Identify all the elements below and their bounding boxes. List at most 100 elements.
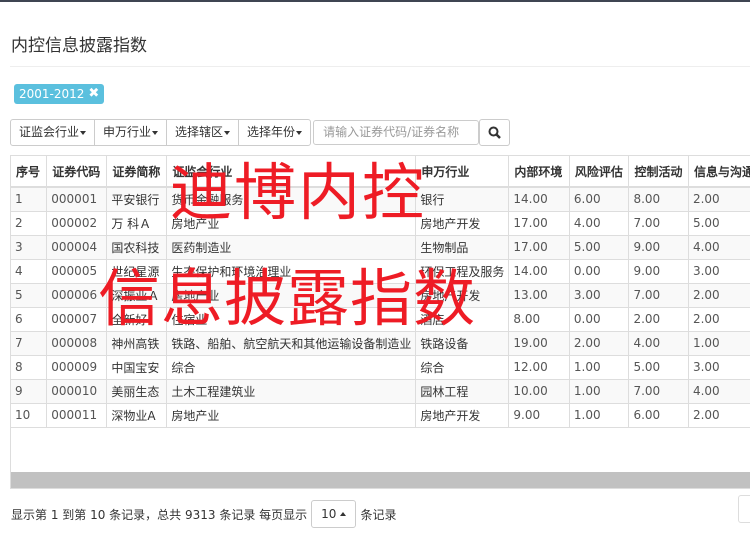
page-size-value: 10 [321, 507, 337, 521]
page-title: 内控信息披露指数 [11, 36, 147, 56]
table-cell: 6.00 [569, 187, 630, 212]
table-cell: 住宿业 [166, 307, 417, 332]
column-header[interactable]: 证券代码 [46, 156, 108, 188]
top-bar [0, 0, 750, 2]
table-row[interactable]: 2 000002 万 科Ａ 房地产业 房地产开发 17.00 4.00 7.00 5.00 [11, 211, 750, 236]
table-cell: 5.00 [569, 235, 630, 260]
table-cell: 9 [11, 379, 48, 404]
dropdown-sw-industry[interactable]: 申万行业 [94, 119, 168, 146]
table-cell: 房地产业 [166, 211, 417, 236]
table-cell: 铁路、船舶、航空航天和其他运输设备制造业 [166, 331, 417, 356]
table-row[interactable]: 6 000007 全新好 住宿业 酒店 8.00 0.00 2.00 2.00 [11, 307, 750, 332]
table-cell: 万 科Ａ [106, 211, 168, 236]
table-row[interactable]: 8 000009 中国宝安 综合 综合 12.00 1.00 5.00 3.00 [11, 355, 750, 380]
column-header[interactable]: 证券简称 [106, 156, 168, 188]
table-cell: 8.00 [508, 307, 570, 332]
table-cell: 10 [11, 403, 48, 428]
table-cell: 深振业Ａ [106, 283, 168, 308]
table-cell: 14.00 [508, 259, 570, 284]
dropdown-label: 证监会行业 [19, 125, 80, 139]
table-row[interactable]: 5 000006 深振业Ａ 房地产业 房地产开发 13.00 3.00 7.00 2.00 [11, 283, 750, 308]
table-cell: 3.00 [688, 355, 750, 380]
table-row[interactable]: 3 000004 国农科技 医药制造业 生物制品 17.00 5.00 9.00 4.00 [11, 235, 750, 260]
table-cell: 房地产开发 [415, 211, 510, 236]
table-cell: 1.00 [688, 331, 750, 356]
dropdown-csrc-industry[interactable]: 证监会行业 [10, 119, 96, 146]
table-cell: 000008 [46, 331, 108, 356]
table-cell: 综合 [166, 355, 417, 380]
column-header[interactable]: 序号 [11, 156, 48, 188]
table-cell: 0.00 [569, 307, 630, 332]
table-cell: 4.00 [628, 331, 689, 356]
table-cell: 5 [11, 283, 48, 308]
table-cell: 土木工程建筑业 [166, 379, 417, 404]
table-row[interactable]: 10 000011 深物业A 房地产业 房地产开发 9.00 1.00 6.00 2.00 [11, 403, 750, 428]
table-cell: 酒店 [415, 307, 510, 332]
search-button[interactable] [479, 119, 511, 146]
table-cell: 1.00 [569, 355, 630, 380]
table-cell: 4.00 [688, 379, 750, 404]
column-header[interactable]: 内部环境 [508, 156, 570, 188]
table-cell: 000002 [46, 211, 108, 236]
table-cell: 2 [11, 211, 48, 236]
table-cell: 000011 [46, 403, 108, 428]
dropdown-year[interactable]: 选择年份 [238, 119, 312, 146]
pagination-suffix: 条记录 [360, 507, 397, 522]
table-cell: 000007 [46, 307, 108, 332]
table-cell: 2.00 [569, 331, 630, 356]
filter-badge-year-range: 2001-2012 ✖ [14, 84, 105, 104]
table-cell: 4.00 [569, 211, 630, 236]
table-cell: 7.00 [628, 379, 689, 404]
table-cell: 房地产开发 [415, 403, 510, 428]
table-cell: 2.00 [688, 283, 750, 308]
table-row[interactable]: 7 000008 神州高铁 铁路、船舶、航空航天和其他运输设备制造业 铁路设备 19.00… [11, 331, 750, 356]
table-cell: 0.00 [569, 259, 630, 284]
table-cell: 17.00 [508, 235, 570, 260]
table-row[interactable]: 9 000010 美丽生态 土木工程建筑业 园林工程 10.00 1.00 7.00 4.00 [11, 379, 750, 404]
data-table-container: 序号 证券代码 证券简称 证监会行业 申万行业 内部环境 风险评估 控制活动 信息与沟通 1 00… [10, 155, 750, 489]
table-cell: 房地产业 [166, 403, 417, 428]
column-header[interactable]: 证监会行业 [166, 156, 417, 188]
horizontal-scrollbar[interactable] [11, 472, 750, 488]
column-header[interactable]: 申万行业 [415, 156, 510, 188]
column-header[interactable]: 风险评估 [569, 156, 630, 188]
table-cell: 8.00 [628, 187, 689, 212]
table-cell: 9.00 [628, 259, 689, 284]
table-cell: 全新好 [106, 307, 168, 332]
dropdown-label: 申万行业 [103, 125, 152, 139]
table-cell: 13.00 [508, 283, 570, 308]
table-cell: 6 [11, 307, 48, 332]
table-cell: 综合 [415, 355, 510, 380]
dropdown-label: 选择年份 [247, 125, 296, 139]
table-cell: 8 [11, 355, 48, 380]
caret-down-icon [224, 130, 231, 135]
column-header[interactable]: 控制活动 [628, 156, 689, 188]
close-icon[interactable]: ✖ [88, 84, 99, 104]
table-cell: 5.00 [688, 211, 750, 236]
table-cell: 7 [11, 331, 48, 356]
table-cell: 9.00 [628, 235, 689, 260]
dropdown-region[interactable]: 选择辖区 [166, 119, 240, 146]
pagination-prev-button[interactable] [738, 495, 750, 523]
page-size-select[interactable]: 10 [311, 500, 357, 528]
table-cell: 房地产开发 [415, 283, 510, 308]
filter-toolbar: 证监会行业 申万行业 选择辖区 选择年份 请输入证券代码/证券名称 [10, 119, 511, 146]
search-input[interactable]: 请输入证券代码/证券名称 [313, 120, 480, 145]
table-cell: 000005 [46, 259, 108, 284]
table-cell: 环保工程及服务 [415, 259, 510, 284]
table-row[interactable]: 4 000005 世纪星源 生态保护和环境治理业 环保工程及服务 14.00 0.00 9.0… [11, 259, 750, 284]
table-cell: 17.00 [508, 211, 570, 236]
table-cell: 000010 [46, 379, 108, 404]
divider [10, 66, 750, 67]
table-cell: 000001 [46, 187, 108, 212]
table-cell: 园林工程 [415, 379, 510, 404]
table-cell: 1.00 [569, 403, 630, 428]
data-table: 序号 证券代码 证券简称 证监会行业 申万行业 内部环境 风险评估 控制活动 信息与沟通 1 00… [11, 156, 750, 428]
pagination-footer: 显示第 1 到第 10 条记录，总共 9313 条记录 每页显示 10 条记录 [11, 500, 396, 528]
table-row[interactable]: 1 000001 平安银行 货币金融服务 银行 14.00 6.00 8.00 2.00 [11, 187, 750, 212]
table-cell: 生物制品 [415, 235, 510, 260]
table-cell: 3.00 [688, 259, 750, 284]
table-cell: 19.00 [508, 331, 570, 356]
column-header[interactable]: 信息与沟通 [688, 156, 750, 188]
table-cell: 3 [11, 235, 48, 260]
